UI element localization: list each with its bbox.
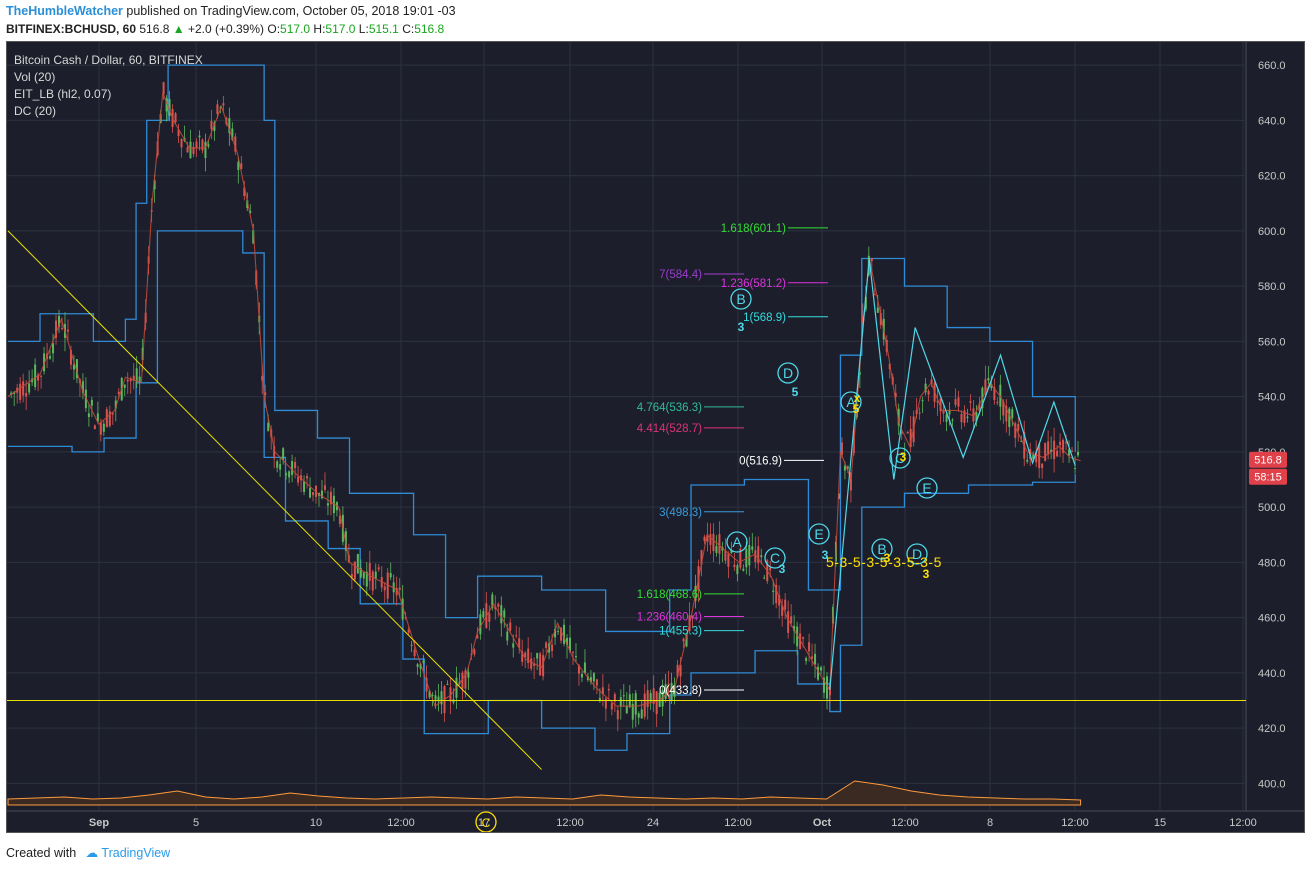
legend-eit[interactable]: EIT_LB (hl2, 0.07)	[14, 86, 203, 103]
low-value: 515.1	[368, 22, 399, 36]
close-label: C:	[402, 22, 415, 36]
created-with-label: Created with	[6, 846, 77, 860]
open-label: O:	[267, 22, 281, 36]
author-link[interactable]: TheHumbleWatcher	[6, 4, 123, 18]
publish-header: TheHumbleWatcher published on TradingVie…	[6, 4, 456, 18]
indicator-legend: Bitcoin Cash / Dollar, 60, BITFINEX Vol …	[14, 52, 203, 120]
chart-frame	[6, 41, 1305, 833]
symbol-header: BITFINEX:BCHUSD, 60 516.8 ▲ +2.0 (+0.39%…	[6, 22, 444, 36]
last-price: 516.8	[139, 22, 170, 36]
publish-info: published on TradingView.com, October 05…	[126, 4, 456, 18]
high-label: H:	[313, 22, 326, 36]
tradingview-cloud-icon: ☁	[85, 846, 99, 860]
footer: Created with ☁ TradingView	[6, 845, 170, 860]
symbol: BITFINEX:BCHUSD, 60	[6, 22, 137, 36]
legend-dc[interactable]: DC (20)	[14, 103, 203, 120]
price-change: +2.0 (+0.39%)	[187, 22, 265, 36]
low-label: L:	[358, 22, 369, 36]
close-value: 516.8	[414, 22, 445, 36]
legend-volume[interactable]: Vol (20)	[14, 69, 203, 86]
tradingview-link[interactable]: TradingView	[101, 846, 170, 860]
open-value: 517.0	[280, 22, 311, 36]
high-value: 517.0	[325, 22, 356, 36]
legend-title: Bitcoin Cash / Dollar, 60, BITFINEX	[14, 53, 203, 67]
up-arrow-icon: ▲	[172, 22, 185, 36]
